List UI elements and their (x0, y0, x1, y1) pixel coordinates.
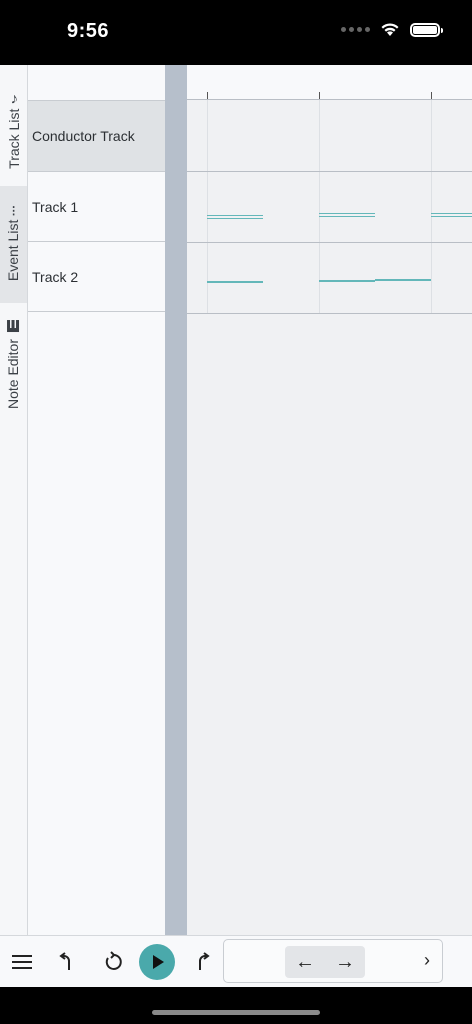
lane-separator (187, 171, 472, 172)
ruler-tick (319, 92, 320, 99)
tab-note-editor-label: Note Editor (5, 338, 22, 410)
menu-button[interactable] (4, 944, 40, 980)
status-bar: 9:56 (0, 0, 472, 65)
arrow-left-icon: ← (295, 950, 315, 973)
navigation-group: ← → › (223, 939, 443, 983)
music-note-icon: ♪ (9, 90, 18, 108)
next-button[interactable]: → (325, 946, 365, 978)
note-event[interactable] (431, 216, 472, 217)
track-list: Conductor Track Track 1 Track 2 (28, 65, 165, 935)
arrow-buttons: ← → (285, 946, 365, 978)
loop-button[interactable] (95, 944, 131, 980)
undo-button[interactable] (51, 944, 87, 980)
app-window: Track List ♪ Event List ⁝ Note Editor Co… (0, 65, 472, 935)
tab-note-editor[interactable]: Note Editor (0, 305, 27, 423)
lane-separator (187, 242, 472, 243)
loop-icon (105, 951, 122, 970)
tab-track-list[interactable]: Track List ♪ (0, 77, 27, 187)
signal-icon (341, 27, 370, 32)
arrow-right-icon: → (335, 950, 355, 973)
note-event[interactable] (319, 216, 375, 217)
track-name: Conductor Track (32, 128, 135, 144)
note-event[interactable] (319, 213, 375, 214)
battery-icon (410, 22, 443, 37)
list-icon: ⁝ (11, 202, 16, 220)
home-indicator[interactable] (152, 1010, 320, 1015)
note-event[interactable] (431, 213, 472, 214)
track-name: Track 2 (32, 268, 79, 285)
ruler-tick (207, 92, 208, 99)
chevron-right-icon: › (424, 950, 430, 970)
wifi-icon (381, 23, 399, 36)
ruler-tick (431, 92, 432, 99)
panel-splitter[interactable] (165, 65, 187, 935)
timeline-ruler[interactable] (187, 65, 472, 100)
note-event[interactable] (207, 281, 263, 283)
bottom-toolbar: ← → › (0, 935, 472, 988)
home-indicator-area (0, 987, 472, 1024)
status-time: 9:56 (67, 20, 110, 42)
note-event[interactable] (207, 218, 263, 219)
lane-separator (187, 313, 472, 314)
menu-icon (12, 955, 32, 969)
note-event[interactable] (207, 215, 263, 216)
grid-line (431, 100, 432, 314)
undo-icon (59, 952, 70, 970)
side-tab-bar: Track List ♪ Event List ⁝ Note Editor (0, 65, 28, 935)
note-event[interactable] (375, 279, 431, 281)
track-row-track-1[interactable]: Track 1 (28, 172, 165, 242)
play-icon (153, 955, 164, 969)
tab-track-list-label: Track List (5, 108, 22, 169)
more-button[interactable]: › (424, 950, 430, 971)
track-row-conductor[interactable]: Conductor Track (28, 100, 165, 172)
tab-event-list-label: Event List (5, 219, 22, 281)
arrangement-view[interactable] (187, 65, 472, 935)
redo-button[interactable] (182, 944, 218, 980)
prev-button[interactable]: ← (285, 946, 325, 978)
note-event[interactable] (319, 280, 375, 282)
redo-icon (199, 952, 210, 970)
track-name: Track 1 (32, 198, 79, 215)
play-button[interactable] (139, 944, 175, 980)
tab-event-list[interactable]: Event List ⁝ (0, 186, 27, 303)
track-row-track-2[interactable]: Track 2 (28, 242, 165, 312)
status-icons (341, 22, 443, 37)
piano-keys-icon (7, 319, 20, 332)
